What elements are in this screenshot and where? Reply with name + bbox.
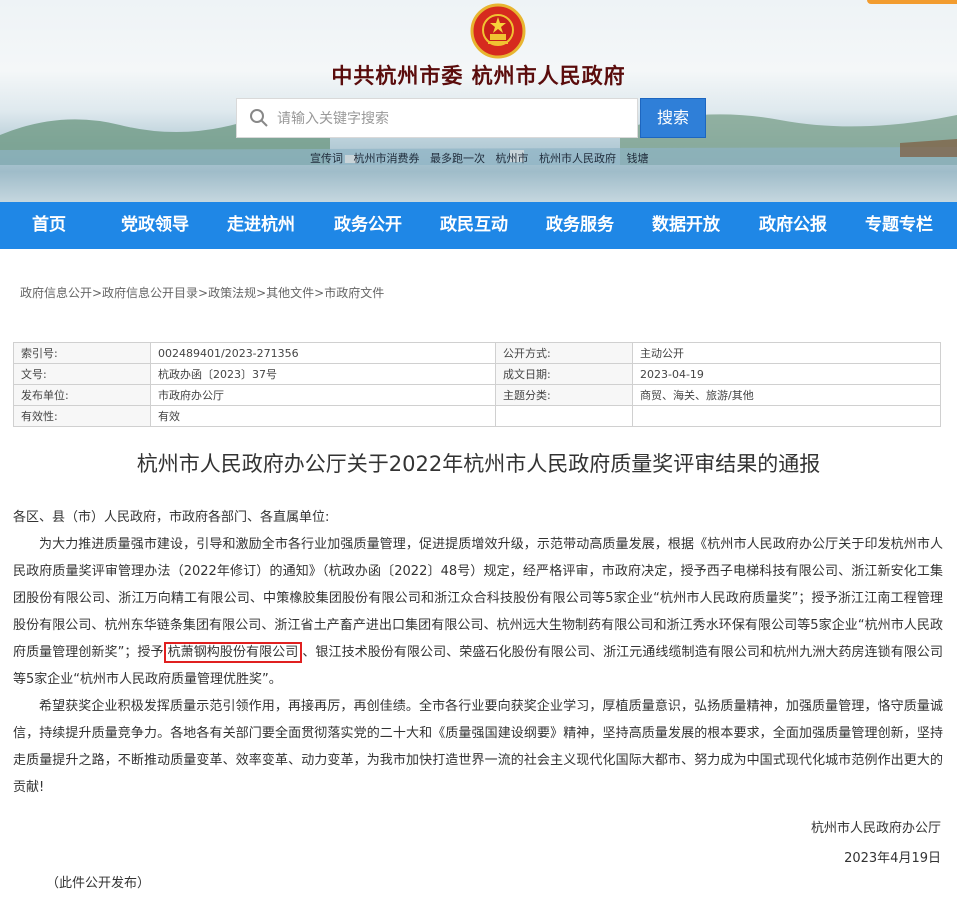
search-icon bbox=[250, 109, 268, 127]
nav-item-interaction[interactable]: 政民互动 bbox=[440, 202, 508, 249]
hot-words: 宣传词 杭州市消费券 最多跑一次 杭州市 杭州市人民政府 钱塘 bbox=[310, 150, 656, 166]
document-meta-table: 索引号: 002489401/2023-271356 公开方式: 主动公开 文号… bbox=[13, 342, 941, 427]
meta-value: 商贸、海关、旅游/其他 bbox=[632, 384, 941, 406]
nav-item-leaders[interactable]: 党政领导 bbox=[121, 202, 189, 249]
meta-key: 主题分类: bbox=[495, 384, 633, 406]
table-row: 有效性: 有效 bbox=[13, 405, 941, 427]
highlighted-company: 杭萧钢构股份有限公司 bbox=[163, 642, 303, 663]
meta-key: 公开方式: bbox=[495, 342, 633, 364]
meta-key: 文号: bbox=[13, 363, 151, 385]
search-input[interactable] bbox=[275, 99, 629, 139]
meta-key: 索引号: bbox=[13, 342, 151, 364]
paragraph-2: 希望获奖企业积极发挥质量示范引领作用，再接再厉，再创佳绩。全市各行业要向获奖企业… bbox=[13, 699, 943, 795]
meta-value: 市政府办公厅 bbox=[150, 384, 496, 406]
salutation: 各区、县（市）人民政府，市政府各部门、各直属单位: bbox=[13, 510, 330, 525]
document-body: 各区、县（市）人民政府，市政府各部门、各直属单位: 为大力推进质量强市建设，引导… bbox=[13, 504, 943, 801]
paragraph-1: 为大力推进质量强市建设，引导和激励全市各行业加强质量管理，促进提质增效升级，示范… bbox=[13, 531, 943, 693]
nav-item-gov-affairs[interactable]: 政务公开 bbox=[334, 202, 402, 249]
paragraph-text: 为大力推进质量强市建设，引导和激励全市各行业加强质量管理，促进提质增效升级，示范… bbox=[13, 537, 943, 660]
meta-value: 主动公开 bbox=[632, 342, 941, 364]
meta-key: 成文日期: bbox=[495, 363, 633, 385]
site-title: 中共杭州市委 杭州市人民政府 bbox=[331, 63, 626, 88]
meta-value: 有效 bbox=[150, 405, 496, 427]
corner-tab[interactable] bbox=[867, 0, 957, 4]
meta-value bbox=[632, 405, 941, 427]
hot-word-link[interactable]: 杭州市人民政府 bbox=[539, 152, 616, 165]
nav-item-open-data[interactable]: 数据开放 bbox=[652, 202, 720, 249]
meta-key bbox=[495, 405, 633, 427]
meta-key: 有效性: bbox=[13, 405, 151, 427]
publish-note: （此件公开发布） bbox=[46, 876, 151, 891]
header-banner: 中共杭州市委 杭州市人民政府 搜索 宣传词 杭州市消费券 最多跑一次 杭州市 杭… bbox=[0, 0, 957, 202]
table-row: 索引号: 002489401/2023-271356 公开方式: 主动公开 bbox=[13, 342, 941, 364]
hot-word-link[interactable]: 杭州市消费券 bbox=[354, 152, 420, 165]
document-title: 杭州市人民政府办公厅关于2022年杭州市人民政府质量奖评审结果的通报 bbox=[136, 452, 821, 476]
meta-value: 2023-04-19 bbox=[632, 363, 941, 385]
search-button[interactable]: 搜索 bbox=[640, 98, 706, 138]
breadcrumb[interactable]: 政府信息公开>政府信息公开目录>政策法规>其他文件>市政府文件 bbox=[20, 284, 384, 301]
hot-word-link[interactable]: 最多跑一次 bbox=[430, 152, 485, 165]
issuer: 杭州市人民政府办公厅 bbox=[810, 821, 941, 836]
table-row: 发布单位: 市政府办公厅 主题分类: 商贸、海关、旅游/其他 bbox=[13, 384, 941, 406]
meta-value: 002489401/2023-271356 bbox=[150, 342, 496, 364]
table-row: 文号: 杭政办函〔2023〕37号 成文日期: 2023-04-19 bbox=[13, 363, 941, 385]
meta-key: 发布单位: bbox=[13, 384, 151, 406]
hot-word-link[interactable]: 钱塘 bbox=[627, 152, 649, 165]
hot-word-link[interactable]: 宣传词 bbox=[310, 152, 343, 165]
national-emblem-icon bbox=[470, 3, 526, 59]
nav-item-gazette[interactable]: 政府公报 bbox=[759, 202, 827, 249]
search-box bbox=[236, 98, 638, 139]
nav-item-services[interactable]: 政务服务 bbox=[546, 202, 614, 249]
meta-value: 杭政办函〔2023〕37号 bbox=[150, 363, 496, 385]
issue-date: 2023年4月19日 bbox=[844, 851, 941, 866]
main-nav: 首页 党政领导 走进杭州 政务公开 政民互动 政务服务 数据开放 政府公报 专题… bbox=[0, 202, 957, 249]
nav-item-topics[interactable]: 专题专栏 bbox=[865, 202, 933, 249]
nav-item-home[interactable]: 首页 bbox=[32, 202, 66, 249]
hot-word-link[interactable]: 杭州市 bbox=[496, 152, 529, 165]
signature-block: 杭州市人民政府办公厅 2023年4月19日 bbox=[811, 814, 941, 874]
nav-item-about-hangzhou[interactable]: 走进杭州 bbox=[227, 202, 295, 249]
